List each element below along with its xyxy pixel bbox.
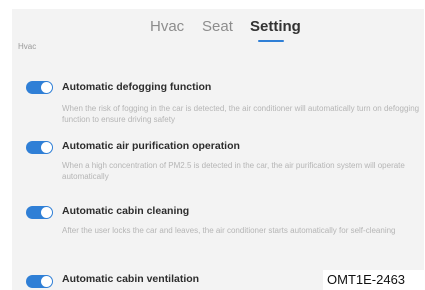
cabin-ventilation-toggle[interactable] [26, 275, 53, 288]
tab-hvac[interactable]: Hvac [150, 18, 184, 35]
setting-description: After the user locks the car and leaves,… [62, 226, 396, 235]
active-tab-indicator [258, 40, 284, 42]
setting-title: Automatic defogging function [62, 81, 212, 93]
screenshot-frame: Hvac Seat Setting Hvac Automatic defoggi… [0, 0, 425, 290]
figure-code: OMT1E-2463 [323, 270, 425, 290]
section-label: Hvac [18, 42, 37, 51]
toggle-knob [41, 207, 52, 218]
tab-seat[interactable]: Seat [202, 18, 233, 35]
tab-bar: Hvac Seat Setting [12, 9, 424, 43]
setting-title: Automatic air purification operation [62, 140, 240, 152]
toggle-knob [41, 142, 52, 153]
tab-setting[interactable]: Setting [250, 18, 301, 35]
toggle-knob [41, 82, 52, 93]
setting-title: Automatic cabin ventilation [62, 273, 200, 285]
air-purification-toggle[interactable] [26, 141, 53, 154]
setting-description: When the risk of fogging in the car is d… [62, 104, 420, 124]
defogging-toggle[interactable] [26, 81, 53, 94]
setting-title: Automatic cabin cleaning [62, 205, 190, 217]
cabin-cleaning-toggle[interactable] [26, 206, 53, 219]
settings-screen: Hvac Seat Setting Hvac Automatic defoggi… [12, 9, 424, 290]
toggle-knob [41, 276, 52, 287]
setting-description: When a high concentration of PM2.5 is de… [62, 161, 405, 181]
